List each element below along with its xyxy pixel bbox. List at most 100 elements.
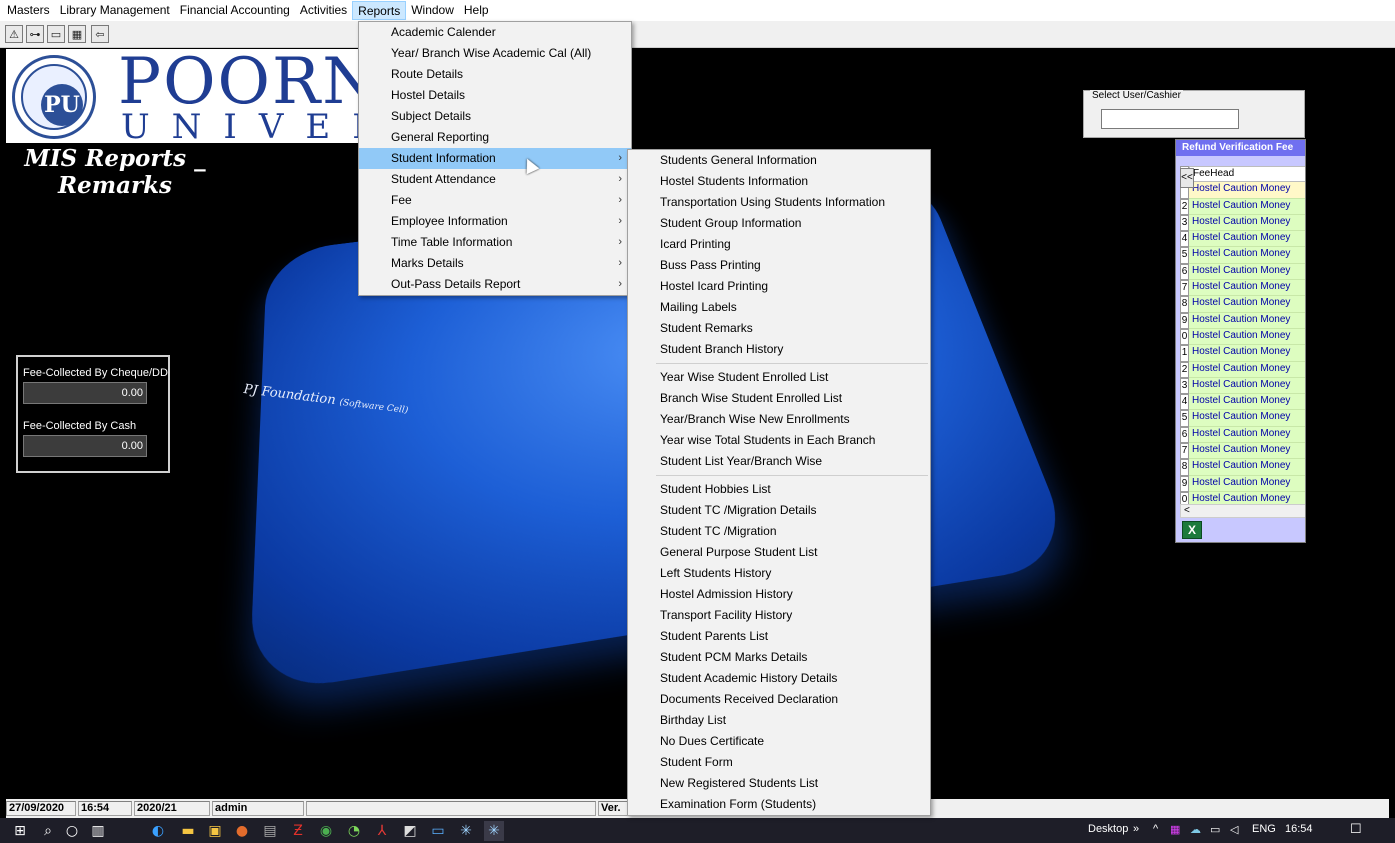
menu-item-fee[interactable]: Fee › [359, 190, 631, 211]
select-user-input[interactable] [1101, 109, 1239, 129]
tray-cloud-icon[interactable]: ☁ [1190, 823, 1201, 836]
menu-item-student-attendance[interactable]: Student Attendance › [359, 169, 631, 190]
submenu-item-new-registered-students-list[interactable]: New Registered Students List [628, 773, 930, 794]
submenu-item-left-students-history[interactable]: Left Students History [628, 563, 930, 584]
toolbar-chevron[interactable]: » [1133, 823, 1139, 835]
file-explorer-icon[interactable]: ▬ [178, 821, 198, 841]
warning-icon[interactable]: ⚠ [5, 25, 23, 43]
notifications-icon[interactable]: ☐ [1350, 821, 1362, 837]
fee-head-cell[interactable]: Hostel Caution Money [1189, 361, 1305, 378]
notes-icon[interactable]: ◩ [400, 821, 420, 841]
submenu-item-transportation-using-students-information[interactable]: Transportation Using Students Informatio… [628, 192, 930, 213]
green-app-icon[interactable]: ◔ [344, 821, 364, 841]
menu-item-employee-information[interactable]: Employee Information › [359, 211, 631, 232]
fee-head-cell[interactable]: Hostel Caution Money [1189, 280, 1305, 297]
submenu-item-students-general-information[interactable]: Students General Information [628, 150, 930, 171]
table-row[interactable]: 8 Hostel Caution Money [1180, 459, 1305, 476]
submenu-item-student-parents-list[interactable]: Student Parents List [628, 626, 930, 647]
menu-item-hostel-details[interactable]: Hostel Details [359, 85, 631, 106]
submenu-item-year-branch-wise-new-enrollments[interactable]: Year/Branch Wise New Enrollments [628, 409, 930, 430]
submenu-item-birthday-list[interactable]: Birthday List [628, 710, 930, 731]
clock[interactable]: 16:54 [1285, 823, 1313, 835]
language-indicator[interactable]: ENG [1252, 823, 1276, 835]
grid-icon[interactable]: ▦ [68, 25, 86, 43]
submenu-item-year-wise-total-students-in-each-branch[interactable]: Year wise Total Students in Each Branch [628, 430, 930, 451]
key-icon[interactable]: ⊶ [26, 25, 44, 43]
submenu-item-student-pcm-marks-details[interactable]: Student PCM Marks Details [628, 647, 930, 668]
submenu-item-no-dues-certificate[interactable]: No Dues Certificate [628, 731, 930, 752]
network-icon[interactable]: ▭ [1210, 823, 1220, 836]
submenu-item-year-wise-student-enrolled-list[interactable]: Year Wise Student Enrolled List [628, 367, 930, 388]
table-row[interactable]: 4 Hostel Caution Money [1180, 231, 1305, 248]
chrome-icon[interactable]: ◉ [316, 821, 336, 841]
excel-export-icon[interactable]: X [1182, 521, 1202, 539]
submenu-item-icard-printing[interactable]: Icard Printing [628, 234, 930, 255]
table-row[interactable]: Hostel Caution Money [1180, 182, 1305, 199]
column-header-feehead[interactable]: FeeHead [1189, 166, 1305, 183]
fee-head-cell[interactable]: Hostel Caution Money [1189, 475, 1305, 492]
submenu-item-student-form[interactable]: Student Form [628, 752, 930, 773]
submenu-item-examination-form-students[interactable]: Examination Form (Students) [628, 794, 930, 815]
fee-head-cell[interactable]: Hostel Caution Money [1189, 231, 1305, 248]
fee-head-cell[interactable]: Hostel Caution Money [1189, 247, 1305, 264]
pdf-icon[interactable]: ⅄ [372, 821, 392, 841]
submenu-item-student-list-year-branch-wise[interactable]: Student List Year/Branch Wise [628, 451, 930, 472]
table-row[interactable]: 7 Hostel Caution Money [1180, 280, 1305, 297]
desktop-label[interactable]: Desktop [1088, 823, 1128, 835]
submenu-item-mailing-labels[interactable]: Mailing Labels [628, 297, 930, 318]
fee-head-cell[interactable]: Hostel Caution Money [1189, 410, 1305, 427]
cortana-icon[interactable]: ○ [62, 821, 82, 841]
submenu-item-hostel-admission-history[interactable]: Hostel Admission History [628, 584, 930, 605]
submenu-item-student-academic-history-details[interactable]: Student Academic History Details [628, 668, 930, 689]
menu-item-route-details[interactable]: Route Details [359, 64, 631, 85]
active-app-icon[interactable]: ✳ [484, 821, 504, 841]
submenu-item-buss-pass-printing[interactable]: Buss Pass Printing [628, 255, 930, 276]
menu-item-student-information[interactable]: Student Information › [359, 148, 631, 169]
fee-head-cell[interactable]: Hostel Caution Money [1189, 182, 1305, 199]
fee-head-cell[interactable]: Hostel Caution Money [1189, 426, 1305, 444]
horizontal-scrollbar[interactable]: < [1180, 504, 1305, 518]
fee-head-cell[interactable]: Hostel Caution Money [1189, 214, 1305, 232]
table-row[interactable]: 5 Hostel Caution Money [1180, 410, 1305, 427]
submenu-item-hostel-icard-printing[interactable]: Hostel Icard Printing [628, 276, 930, 297]
tray-app-icon[interactable]: ▦ [1170, 823, 1180, 836]
snowflake-icon[interactable]: ✳ [456, 821, 476, 841]
submenu-item-branch-wise-student-enrolled-list[interactable]: Branch Wise Student Enrolled List [628, 388, 930, 409]
menu-window[interactable]: Window [406, 1, 459, 20]
table-row[interactable]: 3 Hostel Caution Money [1180, 214, 1305, 232]
fee-head-cell[interactable]: Hostel Caution Money [1189, 198, 1305, 215]
menu-item-year-branch-wise-academic-cal-all[interactable]: Year/ Branch Wise Academic Cal (All) [359, 43, 631, 64]
firefox-icon[interactable]: ● [232, 821, 252, 841]
table-row[interactable]: 5 Hostel Caution Money [1180, 247, 1305, 264]
submenu-item-student-tc-migration-details[interactable]: Student TC /Migration Details [628, 500, 930, 521]
submenu-item-documents-received-declaration[interactable]: Documents Received Declaration [628, 689, 930, 710]
card-icon[interactable]: ▭ [47, 25, 65, 43]
menu-library-management[interactable]: Library Management [55, 1, 175, 20]
task-view-icon[interactable]: ▥ [88, 821, 108, 841]
table-row[interactable]: 0 Hostel Caution Money [1180, 328, 1305, 346]
menu-masters[interactable]: Masters [2, 1, 55, 20]
edge-icon[interactable]: ◐ [148, 821, 168, 841]
menu-item-subject-details[interactable]: Subject Details [359, 106, 631, 127]
store-icon[interactable]: ▣ [205, 821, 225, 841]
submenu-item-student-hobbies-list[interactable]: Student Hobbies List [628, 479, 930, 500]
submenu-item-transport-facility-history[interactable]: Transport Facility History [628, 605, 930, 626]
menu-activities[interactable]: Activities [295, 1, 352, 20]
menu-item-academic-calender[interactable]: Academic Calender [359, 22, 631, 43]
fee-head-cell[interactable]: Hostel Caution Money [1189, 312, 1305, 329]
collapse-button[interactable]: << [1180, 168, 1194, 188]
volume-muted-icon[interactable]: ◁ [1230, 823, 1238, 836]
fee-head-cell[interactable]: Hostel Caution Money [1189, 443, 1305, 460]
app-icon[interactable]: ▤ [260, 821, 280, 841]
table-row[interactable]: 4 Hostel Caution Money [1180, 394, 1305, 411]
submenu-item-student-remarks[interactable]: Student Remarks [628, 318, 930, 339]
windows-start-icon[interactable]: ⊞ [10, 821, 30, 841]
fee-head-cell[interactable]: Hostel Caution Money [1189, 328, 1305, 346]
menu-financial-accounting[interactable]: Financial Accounting [175, 1, 295, 20]
table-row[interactable]: 3 Hostel Caution Money [1180, 377, 1305, 395]
submenu-item-student-tc-migration[interactable]: Student TC /Migration [628, 521, 930, 542]
search-icon[interactable]: ⌕ [38, 821, 58, 841]
fee-head-cell[interactable]: Hostel Caution Money [1189, 263, 1305, 281]
submenu-item-general-purpose-student-list[interactable]: General Purpose Student List [628, 542, 930, 563]
monitor-icon[interactable]: ▭ [428, 821, 448, 841]
